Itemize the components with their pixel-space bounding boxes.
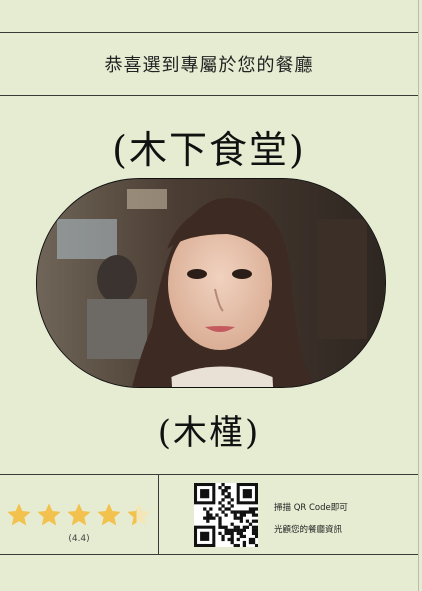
bottom-section-rule bbox=[0, 474, 418, 475]
restaurant-name: (木下食堂) bbox=[112, 127, 306, 172]
footer-rule bbox=[0, 554, 418, 555]
qr-instructions: 掃描 QR Code即可 光顧您的餐廳資訊 bbox=[274, 497, 414, 541]
star-icon bbox=[67, 503, 91, 526]
headline-rule bbox=[0, 95, 418, 96]
star-icon bbox=[37, 503, 61, 526]
qr-instruction-line2: 光顧您的餐廳資訊 bbox=[274, 525, 343, 535]
qr-code[interactable] bbox=[194, 483, 259, 548]
qr-instruction-line1: 掃描 QR Code即可 bbox=[274, 503, 348, 513]
congrats-headline: 恭喜選到專屬於您的餐廳 bbox=[104, 54, 314, 76]
rating-block: (4.4) bbox=[4, 500, 154, 550]
star-icon bbox=[127, 503, 151, 526]
rating-value: (4.4) bbox=[68, 534, 90, 544]
staff-name: (木槿) bbox=[157, 412, 261, 453]
star-rating bbox=[4, 500, 154, 530]
star-icon bbox=[97, 503, 121, 526]
vertical-divider bbox=[158, 474, 159, 554]
staff-photo bbox=[36, 178, 386, 388]
qr-code-icon bbox=[194, 483, 259, 548]
star-icon bbox=[7, 503, 31, 526]
restaurant-card: 恭喜選到專屬於您的餐廳 (木下食堂) (木槿) (4.4) 掃描 QR Code… bbox=[0, 0, 419, 591]
portrait-illustration bbox=[37, 179, 385, 387]
